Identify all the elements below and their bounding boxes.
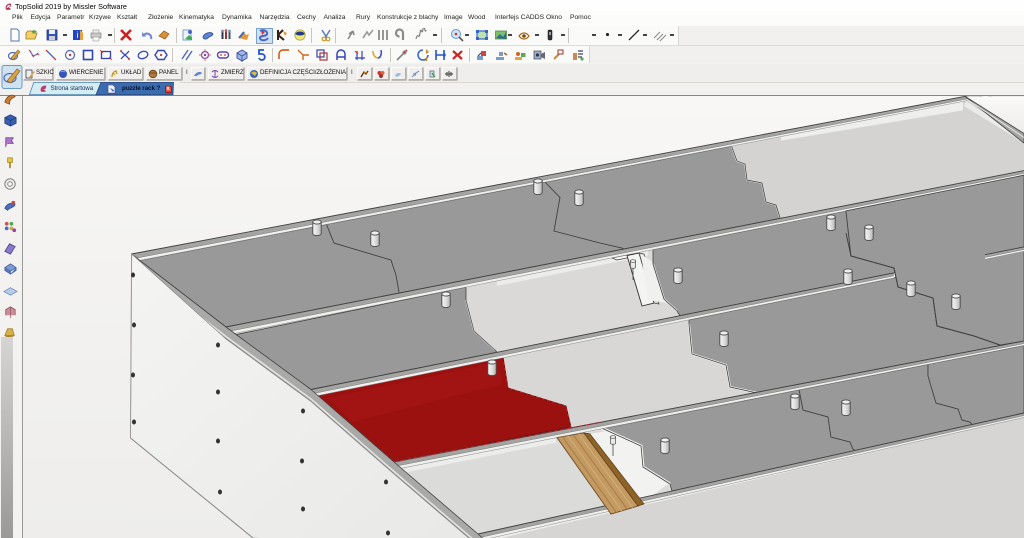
- svg-text:i: i: [77, 30, 79, 40]
